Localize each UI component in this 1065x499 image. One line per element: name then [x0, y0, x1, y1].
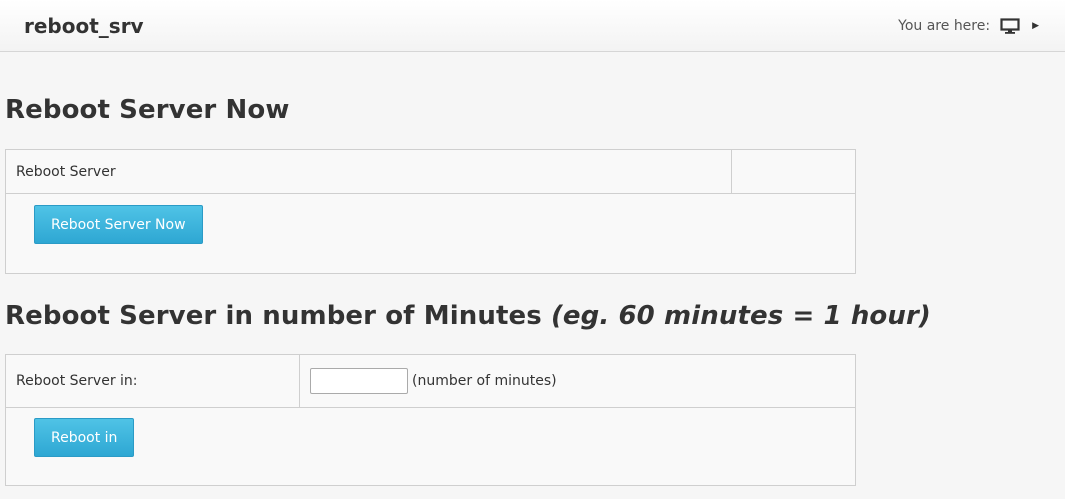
- reboot-now-panel: Reboot Server Reboot Server Now: [5, 149, 856, 274]
- reboot-minutes-heading: Reboot Server in number of Minutes (eg. …: [5, 301, 931, 331]
- reboot-minutes-panel: Reboot Server in: (number of minutes) Re…: [5, 354, 856, 486]
- page-title: reboot_srv: [24, 13, 144, 38]
- reboot-minutes-row: Reboot Server in: (number of minutes): [6, 355, 855, 408]
- breadcrumb: You are here: ▶: [898, 18, 1039, 34]
- reboot-now-empty-cell: [732, 150, 855, 193]
- reboot-minutes-label: Reboot Server in:: [6, 355, 300, 407]
- reboot-now-heading: Reboot Server Now: [5, 95, 290, 125]
- minutes-input[interactable]: [310, 368, 408, 394]
- reboot-now-row: Reboot Server: [6, 150, 855, 194]
- top-bar: reboot_srv You are here: ▶: [0, 0, 1065, 52]
- monitor-icon[interactable]: [1000, 17, 1020, 34]
- reboot-now-label: Reboot Server: [6, 150, 732, 193]
- minutes-hint: (number of minutes): [412, 373, 557, 389]
- reboot-now-button[interactable]: Reboot Server Now: [34, 205, 203, 244]
- breadcrumb-label: You are here:: [898, 17, 991, 34]
- reboot-in-button[interactable]: Reboot in: [34, 418, 135, 457]
- caret-right-icon: ▶: [1032, 20, 1039, 31]
- reboot-minutes-input-cell: (number of minutes): [300, 355, 855, 407]
- reboot-minutes-note: (eg. 60 minutes = 1 hour): [550, 301, 931, 331]
